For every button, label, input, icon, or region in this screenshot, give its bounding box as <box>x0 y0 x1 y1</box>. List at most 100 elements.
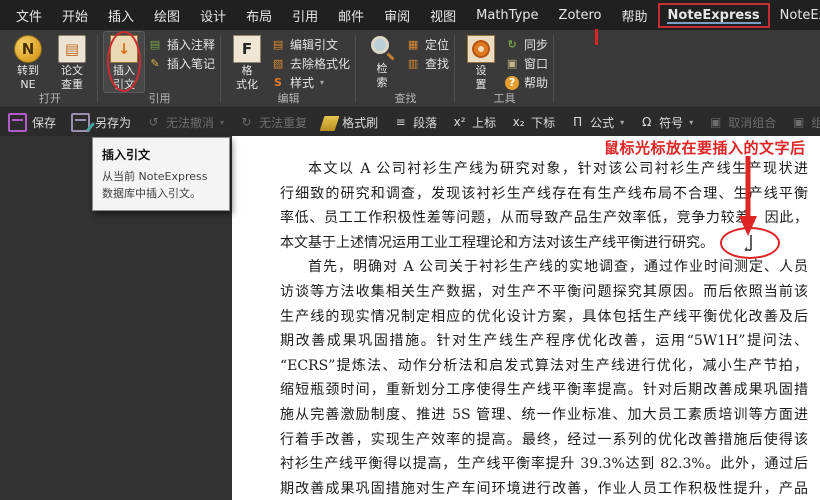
ribbon-small-column: ▤ 编辑引文 ▧ 去除格式化 S 样式 ▾ <box>271 32 350 92</box>
menu-tab-14[interactable]: NoteExpress <box>770 3 820 28</box>
search-button[interactable]: 检索 <box>362 32 402 92</box>
annotation-arrow-icon <box>739 156 757 236</box>
button-label: 去除格式化 <box>290 57 351 71</box>
document-line-9: 缩短瓶颈时间，重新划分工序使得生产线平衡率提高。针对后期改善成果巩固措 <box>280 382 808 399</box>
annotation-cursor-circle <box>720 227 780 259</box>
button-label: 论文 <box>61 64 83 77</box>
menu-tab-13[interactable]: NoteExpress <box>657 2 770 28</box>
find-button[interactable]: ▥ 查找 <box>406 55 449 72</box>
menu-tab-5[interactable]: 布局 <box>236 1 282 30</box>
ribbon-group-body: 检索 ▦ 定位 ▥ 查找 <box>362 32 449 92</box>
menu-tab-8[interactable]: 审阅 <box>374 1 420 30</box>
menu-tab-1[interactable]: 开始 <box>52 1 98 30</box>
superscript-button[interactable]: x² 上标 <box>452 114 496 131</box>
button-label: 检 <box>376 62 388 75</box>
chevron-down-icon: ▾ <box>220 117 225 127</box>
button-label: 保存 <box>32 115 57 130</box>
format-button[interactable]: F 格式化 <box>227 32 267 92</box>
superscript-icon: x² <box>453 115 466 129</box>
menu-tab-9[interactable]: 视图 <box>420 1 466 30</box>
insert-citation-button[interactable]: ↓ 插入 引文 <box>103 31 145 93</box>
sync-icon: ↻ <box>507 38 517 51</box>
menu-tab-10[interactable]: MathType <box>466 3 548 28</box>
button-label: 符号 <box>659 115 684 130</box>
go-to-ne-icon: N <box>14 35 42 63</box>
button-label: 索 <box>376 76 388 89</box>
formula-button[interactable]: Π 公式 ▾ <box>570 114 624 131</box>
menu-tab-7[interactable]: 邮件 <box>328 1 374 30</box>
edit-citation-button[interactable]: ▤ 编辑引文 <box>271 36 350 53</box>
button-label: 无法撤消 <box>166 115 215 130</box>
document-line-10: 施从完善激励制度、推进 5S 管理、统一作业标准、加大员工素质培训等方面进 <box>280 406 808 423</box>
annotation-text: 鼠标光标放在要插入的文字后 <box>604 139 806 157</box>
insert-citation-tooltip: 插入引文 从当前 NoteExpress 数据库中插入引文。 <box>92 137 230 211</box>
button-label: 置 <box>475 78 487 91</box>
save-as-button[interactable]: 另存为 <box>71 112 132 132</box>
symbol-button[interactable]: Ω 符号 ▾ <box>639 114 693 131</box>
ribbon-small-column: ▦ 定位 ▥ 查找 <box>406 32 449 92</box>
menu-tab-3[interactable]: 绘图 <box>144 1 190 30</box>
format-painter-button[interactable]: 格式刷 <box>319 113 379 131</box>
ribbon-group-body: F 格式化 ▤ 编辑引文 ▧ 去除格式化 S 样式 ▾ <box>227 32 350 92</box>
button-label: 编辑引文 <box>290 38 339 52</box>
undo-button: ↺ 无法撤消 ▾ <box>146 114 225 131</box>
redo-icon: ↻ <box>241 115 252 129</box>
settings-button[interactable]: 设置 <box>461 32 501 92</box>
paragraph-icon: ≡ <box>395 115 406 129</box>
document-line-7: 期改善成果巩固措施。针对生产线生产程序优化改善，运用“5W1H”提问法、 <box>280 333 808 350</box>
ribbon-group-body: 设置 ↻ 同步 ▣ 窗口 ? 帮助 <box>461 32 548 92</box>
button-label: 窗口 <box>524 57 549 71</box>
button-label: 引文 <box>113 78 135 91</box>
sync-button[interactable]: ↻ 同步 <box>505 36 548 53</box>
formula-icon: Π <box>573 115 583 129</box>
save-icon <box>8 112 27 132</box>
insert-annotation-button[interactable]: ▤ 插入注释 <box>148 36 215 53</box>
button-label: 设 <box>475 64 487 77</box>
go-to-ne-button[interactable]: N 转到 NE <box>8 32 48 92</box>
paragraph-button[interactable]: ≡ 段落 <box>393 114 438 131</box>
button-label: 查重 <box>61 78 83 91</box>
button-label: 同步 <box>524 38 549 52</box>
subscript-button[interactable]: x₂ 下标 <box>511 114 555 131</box>
document-page[interactable]: 本文以 A 公司衬衫生产线为研究对象，针对该公司衬衫生产线生产现状进 行细致的研究… <box>232 136 820 500</box>
window-button[interactable]: ▣ 窗口 <box>505 55 548 72</box>
document-line-1: 行细致的研究和调查，发现该衬衫生产线存在有生产线布局不合理、生产线平衡 <box>280 185 808 202</box>
word-window: 文件 开始 插入 绘图 设计 布局 引用 邮件 审阅 视图 MathType Zotero 帮助 Note… <box>0 0 820 500</box>
menu-tab-11[interactable]: Zotero <box>549 3 612 28</box>
button-label: 插入笔记 <box>167 57 216 71</box>
group-icon: ▣ <box>793 115 805 129</box>
button-label: 取消组合 <box>728 115 777 130</box>
button-label: 另存为 <box>95 115 132 130</box>
button-label: 无法重复 <box>259 115 308 130</box>
ungroup-button: ▣ 取消组合 <box>708 114 776 131</box>
insert-annotation-icon: ▤ <box>149 38 161 51</box>
style-button[interactable]: S 样式 ▾ <box>271 74 350 91</box>
help-icon: ? <box>505 75 520 90</box>
help-button[interactable]: ? 帮助 <box>505 74 548 91</box>
button-label: 公式 <box>590 115 615 130</box>
button-label: 转到 <box>17 64 39 77</box>
menu-tab-2[interactable]: 插入 <box>98 1 144 30</box>
format-painter-icon <box>319 116 340 131</box>
document-text: 本文以 A 公司衬衫生产线为研究对象，针对该公司衬衫生产线生产现状进 行细致的研究… <box>280 157 808 500</box>
edit-citation-icon: ▤ <box>272 38 284 51</box>
remove-format-button[interactable]: ▧ 去除格式化 <box>271 55 350 72</box>
menu-tab-6[interactable]: 引用 <box>282 1 328 30</box>
insert-citation-icon: ↓ <box>110 35 138 63</box>
settings-icon <box>467 35 496 63</box>
insert-note-button[interactable]: ✎ 插入笔记 <box>148 55 215 72</box>
document-line-12: 衬衫生产线平衡得以提高，生产线平衡率提升 39.3%达到 82.3%。此外，通过… <box>280 456 808 473</box>
ribbon-group-4: 设置 ↻ 同步 ▣ 窗口? 帮助 工具 <box>455 30 555 107</box>
locate-button[interactable]: ▦ 定位 <box>406 36 449 53</box>
ribbon-group-label: 查找 <box>394 92 417 105</box>
save-button[interactable]: 保存 <box>8 112 57 132</box>
button-label: 插入注释 <box>167 38 216 52</box>
button-label: 格式刷 <box>342 115 379 130</box>
paper-check-button[interactable]: ▤ 论文 查重 <box>52 32 92 92</box>
chevron-down-icon: ▾ <box>689 117 694 127</box>
save-as-icon <box>71 112 91 132</box>
ribbon-small-column: ↻ 同步 ▣ 窗口 ? 帮助 <box>505 32 548 92</box>
menu-tab-12[interactable]: 帮助 <box>612 1 658 30</box>
menu-tab-4[interactable]: 设计 <box>190 1 236 30</box>
menu-tab-0[interactable]: 文件 <box>6 1 52 30</box>
